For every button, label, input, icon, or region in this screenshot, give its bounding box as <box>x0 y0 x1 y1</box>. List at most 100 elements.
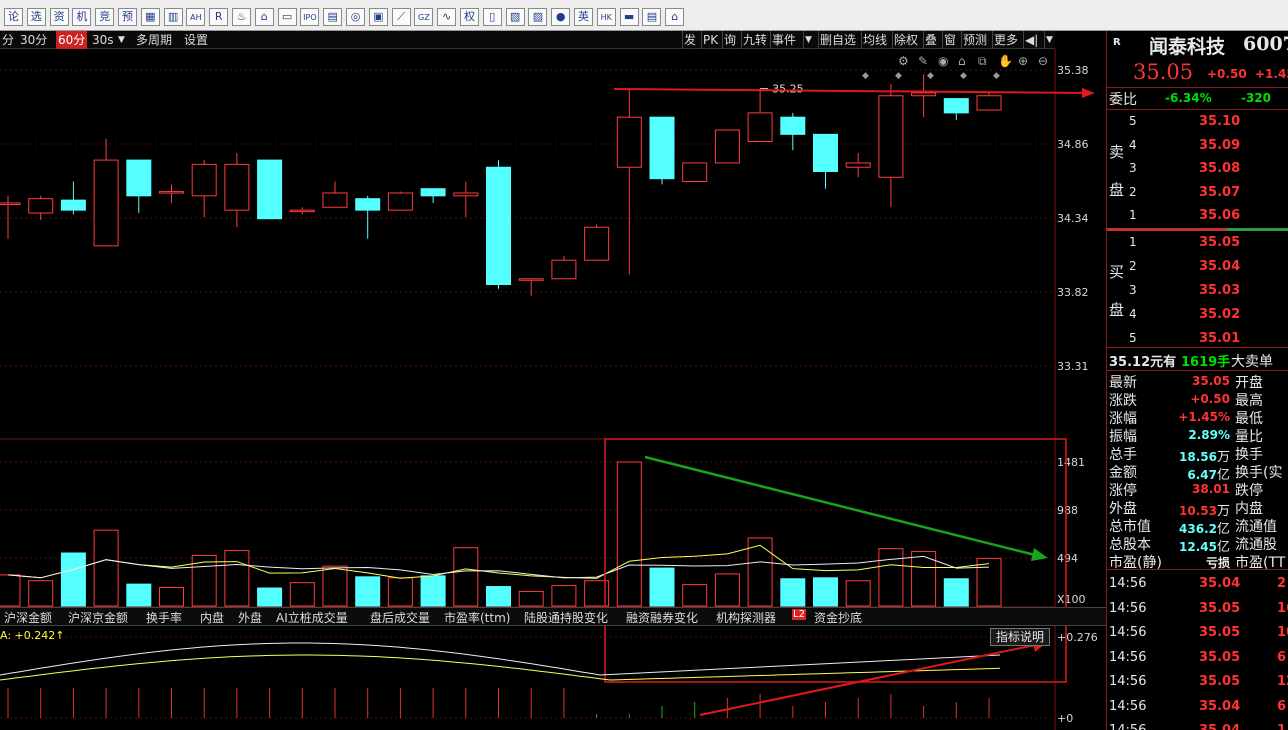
toolbar-button-9[interactable]: R <box>209 8 229 26</box>
event-marker-icon: ◆ <box>862 71 869 81</box>
tick-volume: 16 <box>1277 600 1288 616</box>
calc-icon[interactable]: ▣ <box>368 8 388 26</box>
US[interactable]: ▬ <box>619 8 639 26</box>
volume-tick-label: 494 <box>1057 552 1078 565</box>
stat-label: 外盘 <box>1109 501 1137 517</box>
quote-panel: R 闻泰科技 6007 35.05 +0.50 +1.45 委比 -6.34% … <box>1106 31 1288 730</box>
home-icon[interactable]: ⌂ <box>665 8 685 26</box>
sell-level: 5 <box>1129 114 1137 128</box>
candle-body <box>518 278 544 281</box>
window-icon[interactable]: ▭ <box>277 8 297 26</box>
toolbar-button-20[interactable]: 权 <box>460 8 479 26</box>
volume-bar <box>322 565 348 607</box>
indicator-tab-8[interactable]: 陆股通持股变化 <box>524 609 608 626</box>
stat-value-unit: 亿 <box>1216 522 1230 537</box>
toolbar-button-18[interactable]: GZ <box>414 8 434 26</box>
volume-bar <box>616 461 642 607</box>
toolbar-button-2[interactable]: 资 <box>49 8 69 26</box>
news-icon-glyph: ▨ <box>532 10 544 23</box>
indicator-tab-10[interactable]: 机构探测器 <box>716 609 776 626</box>
trend-icon[interactable]: ▥ <box>163 8 183 26</box>
indicator-tick-label: +0 <box>1057 712 1073 725</box>
toolbar-button-4[interactable]: 竞 <box>95 8 115 26</box>
chart-icon[interactable]: ▦ <box>140 8 160 26</box>
flame-icon[interactable]: ♨ <box>232 8 251 26</box>
buy-price[interactable]: 35.03 <box>1199 283 1240 298</box>
stat-label: 涨停 <box>1109 483 1137 499</box>
stat-value-unit: 万 <box>1216 450 1230 465</box>
grid-icon[interactable]: ▤ <box>323 8 343 26</box>
globe-icon[interactable]: ◎ <box>346 8 365 26</box>
toolbar-button-13[interactable]: IPO <box>300 8 320 26</box>
indicator-tab-12[interactable]: 资金抄底 <box>814 609 862 626</box>
kline-chart-area[interactable]: 分 30分 60分 30s ▼ 多周期 设置 发 PK 询九转 事件 ▼ 删自选 均线 除权叠窗预测 更多 ◀… <box>0 31 1106 730</box>
sell-price[interactable]: 35.08 <box>1199 161 1240 176</box>
indicator-tab-7[interactable]: 市盈率(ttm) <box>444 609 510 626</box>
bid-ask-split <box>1227 228 1288 231</box>
doc-icon-glyph: ▤ <box>646 10 658 23</box>
volume-bar <box>518 590 544 607</box>
volume-bar <box>453 547 479 607</box>
sell-price[interactable]: 35.06 <box>1199 208 1240 223</box>
toolbar-button-label: 英 <box>578 10 589 23</box>
sell-price[interactable]: 35.10 <box>1199 114 1240 129</box>
stat-label-right: 最低 <box>1235 411 1263 427</box>
chart-control-icon: ⊕ <box>1018 54 1028 68</box>
volume-ma10-line <box>7 555 990 579</box>
buy-label: 买 <box>1109 263 1125 281</box>
indicator-tab-2[interactable]: 换手率 <box>146 609 182 626</box>
indicator-tab-4[interactable]: 外盘 <box>238 609 262 626</box>
toolbar-button-0[interactable]: 论 <box>4 8 23 26</box>
sell-price[interactable]: 35.09 <box>1199 138 1240 153</box>
sell-price[interactable]: 35.07 <box>1199 185 1240 200</box>
indicator-tab-1[interactable]: 沪深京金额 <box>68 609 128 626</box>
buy-price[interactable]: 35.04 <box>1199 259 1240 274</box>
circle-icon[interactable]: ● <box>551 8 571 26</box>
volume-bar <box>714 573 740 607</box>
indicator-tab-9[interactable]: 融资融券变化 <box>626 609 698 626</box>
line-icon[interactable]: ⟋ <box>391 8 411 26</box>
high-marker-label: 35.25 <box>772 83 804 96</box>
bank-icon[interactable]: ⌂ <box>254 8 274 26</box>
toolbar-button-25[interactable]: 英 <box>574 8 593 26</box>
toolbar-button-3[interactable]: 机 <box>72 8 92 26</box>
buy-price[interactable]: 35.02 <box>1199 307 1240 322</box>
indicator-tab-5[interactable]: AI立桩成交量 <box>276 609 348 626</box>
price-tick-label: 33.82 <box>1057 286 1089 299</box>
indicator-tab-11[interactable]: L2 <box>792 609 806 620</box>
toolbar-button-26[interactable]: HK <box>596 8 616 26</box>
stat-value: +1.45% <box>1178 410 1230 424</box>
toolbar-button-1[interactable]: 选 <box>26 8 46 26</box>
tick-price: 35.04 <box>1199 698 1241 714</box>
buy-level: 4 <box>1129 307 1137 321</box>
candle-body <box>257 159 283 220</box>
volume-tick-label: 1481 <box>1057 456 1085 469</box>
volume-ma5-line <box>7 544 990 579</box>
wave-icon[interactable]: ∿ <box>437 8 457 26</box>
stock-change: +0.50 <box>1207 67 1247 81</box>
buy-price[interactable]: 35.01 <box>1199 331 1240 346</box>
doc-icon[interactable]: ▤ <box>642 8 662 26</box>
news-icon[interactable]: ▨ <box>528 8 548 26</box>
indicator-tab-bar: 沪深金额 沪深京金额 换手率 内盘 外盘 AI立桩成交量 盘后成交量 市盈率(ttm) 陆股通持… <box>0 607 1106 626</box>
stock-code: 6007 <box>1243 33 1288 55</box>
toolbar-button-5[interactable]: 预 <box>118 8 137 26</box>
buy-price[interactable]: 35.05 <box>1199 235 1240 250</box>
indicator-tab-3[interactable]: 内盘 <box>200 609 224 626</box>
event-marker-icon: ◆ <box>895 71 902 81</box>
stat-label-right: 流通股 <box>1235 537 1277 553</box>
map-icon[interactable]: ▧ <box>505 8 525 26</box>
annotation-arrowhead <box>1082 88 1095 98</box>
candle-body <box>911 92 937 97</box>
volume-bar <box>813 577 838 607</box>
stat-value-number: +1.45% <box>1178 410 1230 424</box>
volume-bar <box>224 550 250 607</box>
indicator-tab-0[interactable]: 沪深金额 <box>4 609 52 626</box>
tick-volume: 1 <box>1277 723 1286 730</box>
toolbar-button-8[interactable]: AH <box>186 8 206 26</box>
volume-bar <box>28 580 54 607</box>
book-icon[interactable]: ▯ <box>482 8 502 26</box>
indicator-tab-6[interactable]: 盘后成交量 <box>370 609 430 626</box>
candle-body <box>682 162 708 183</box>
indicator-help-button[interactable]: 指标说明 <box>990 628 1050 646</box>
